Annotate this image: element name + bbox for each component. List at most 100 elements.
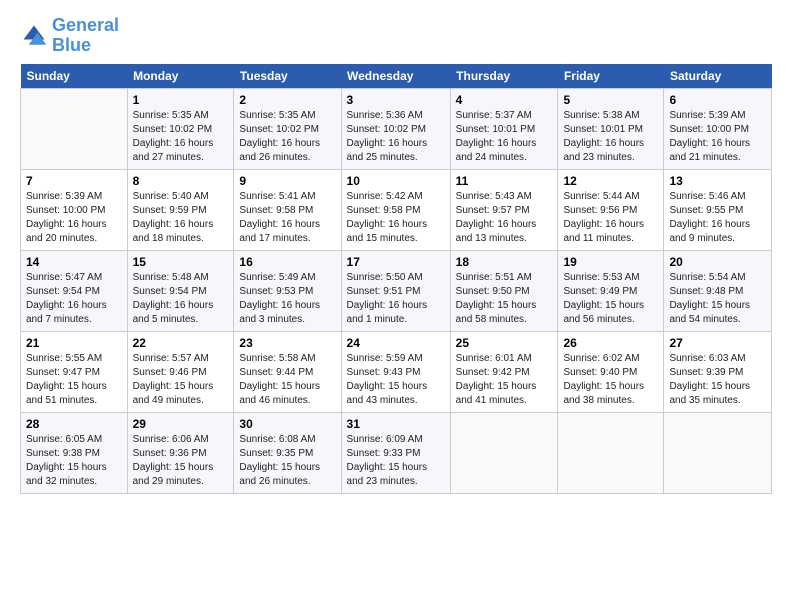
calendar-cell — [21, 88, 128, 169]
day-number: 19 — [563, 255, 658, 269]
header: General Blue — [20, 16, 772, 56]
header-cell-friday: Friday — [558, 64, 664, 89]
calendar-table: SundayMondayTuesdayWednesdayThursdayFrid… — [20, 64, 772, 494]
day-number: 5 — [563, 93, 658, 107]
calendar-cell: 3 Sunrise: 5:36 AM Sunset: 10:02 PM Dayli… — [341, 88, 450, 169]
calendar-cell: 30 Sunrise: 6:08 AM Sunset: 9:35 PM Dayli… — [234, 412, 341, 493]
calendar-cell: 24 Sunrise: 5:59 AM Sunset: 9:43 PM Dayli… — [341, 331, 450, 412]
day-info: Sunrise: 5:49 AM Sunset: 9:53 PM Dayligh… — [239, 271, 335, 327]
day-info: Sunrise: 5:37 AM Sunset: 10:01 PM Daylig… — [456, 109, 553, 165]
day-info: Sunrise: 6:02 AM Sunset: 9:40 PM Dayligh… — [563, 352, 658, 408]
calendar-cell: 26 Sunrise: 6:02 AM Sunset: 9:40 PM Dayli… — [558, 331, 664, 412]
day-number: 13 — [669, 174, 766, 188]
day-info: Sunrise: 5:59 AM Sunset: 9:43 PM Dayligh… — [347, 352, 445, 408]
day-number: 12 — [563, 174, 658, 188]
header-cell-thursday: Thursday — [450, 64, 558, 89]
page: General Blue SundayMondayTuesdayWednesda… — [0, 0, 792, 504]
day-number: 14 — [26, 255, 122, 269]
day-number: 24 — [347, 336, 445, 350]
day-number: 2 — [239, 93, 335, 107]
day-info: Sunrise: 5:42 AM Sunset: 9:58 PM Dayligh… — [347, 190, 445, 246]
day-info: Sunrise: 5:43 AM Sunset: 9:57 PM Dayligh… — [456, 190, 553, 246]
day-number: 22 — [133, 336, 229, 350]
day-info: Sunrise: 5:40 AM Sunset: 9:59 PM Dayligh… — [133, 190, 229, 246]
day-info: Sunrise: 5:36 AM Sunset: 10:02 PM Daylig… — [347, 109, 445, 165]
header-cell-tuesday: Tuesday — [234, 64, 341, 89]
week-row-3: 14 Sunrise: 5:47 AM Sunset: 9:54 PM Dayli… — [21, 250, 772, 331]
day-info: Sunrise: 5:35 AM Sunset: 10:02 PM Daylig… — [239, 109, 335, 165]
day-info: Sunrise: 6:08 AM Sunset: 9:35 PM Dayligh… — [239, 433, 335, 489]
day-info: Sunrise: 6:09 AM Sunset: 9:33 PM Dayligh… — [347, 433, 445, 489]
calendar-cell: 1 Sunrise: 5:35 AM Sunset: 10:02 PM Dayli… — [127, 88, 234, 169]
day-info: Sunrise: 6:06 AM Sunset: 9:36 PM Dayligh… — [133, 433, 229, 489]
calendar-cell: 17 Sunrise: 5:50 AM Sunset: 9:51 PM Dayli… — [341, 250, 450, 331]
week-row-5: 28 Sunrise: 6:05 AM Sunset: 9:38 PM Dayli… — [21, 412, 772, 493]
calendar-cell: 13Sunrise: 5:46 AM Sunset: 9:55 PM Dayli… — [664, 169, 772, 250]
day-number: 20 — [669, 255, 766, 269]
day-number: 30 — [239, 417, 335, 431]
calendar-cell: 25 Sunrise: 6:01 AM Sunset: 9:42 PM Dayli… — [450, 331, 558, 412]
calendar-cell: 28 Sunrise: 6:05 AM Sunset: 9:38 PM Dayli… — [21, 412, 128, 493]
day-info: Sunrise: 5:41 AM Sunset: 9:58 PM Dayligh… — [239, 190, 335, 246]
day-number: 31 — [347, 417, 445, 431]
header-cell-monday: Monday — [127, 64, 234, 89]
calendar-cell: 31 Sunrise: 6:09 AM Sunset: 9:33 PM Dayli… — [341, 412, 450, 493]
calendar-cell: 15Sunrise: 5:48 AM Sunset: 9:54 PM Dayli… — [127, 250, 234, 331]
calendar-cell: 2 Sunrise: 5:35 AM Sunset: 10:02 PM Dayli… — [234, 88, 341, 169]
day-info: Sunrise: 5:47 AM Sunset: 9:54 PM Dayligh… — [26, 271, 122, 327]
day-info: Sunrise: 5:53 AM Sunset: 9:49 PM Dayligh… — [563, 271, 658, 327]
day-number: 18 — [456, 255, 553, 269]
day-info: Sunrise: 5:50 AM Sunset: 9:51 PM Dayligh… — [347, 271, 445, 327]
day-info: Sunrise: 5:35 AM Sunset: 10:02 PM Daylig… — [133, 109, 229, 165]
day-number: 27 — [669, 336, 766, 350]
day-info: Sunrise: 5:58 AM Sunset: 9:44 PM Dayligh… — [239, 352, 335, 408]
calendar-cell: 8Sunrise: 5:40 AM Sunset: 9:59 PM Daylig… — [127, 169, 234, 250]
day-number: 10 — [347, 174, 445, 188]
day-info: Sunrise: 5:51 AM Sunset: 9:50 PM Dayligh… — [456, 271, 553, 327]
day-number: 3 — [347, 93, 445, 107]
day-info: Sunrise: 5:38 AM Sunset: 10:01 PM Daylig… — [563, 109, 658, 165]
calendar-cell: 6 Sunrise: 5:39 AM Sunset: 10:00 PM Dayli… — [664, 88, 772, 169]
day-info: Sunrise: 5:57 AM Sunset: 9:46 PM Dayligh… — [133, 352, 229, 408]
day-number: 25 — [456, 336, 553, 350]
calendar-cell: 9 Sunrise: 5:41 AM Sunset: 9:58 PM Daylig… — [234, 169, 341, 250]
calendar-cell: 12 Sunrise: 5:44 AM Sunset: 9:56 PM Dayli… — [558, 169, 664, 250]
day-number: 6 — [669, 93, 766, 107]
week-row-1: 1 Sunrise: 5:35 AM Sunset: 10:02 PM Dayli… — [21, 88, 772, 169]
day-info: Sunrise: 5:44 AM Sunset: 9:56 PM Dayligh… — [563, 190, 658, 246]
header-cell-saturday: Saturday — [664, 64, 772, 89]
day-info: Sunrise: 5:39 AM Sunset: 10:00 PM Daylig… — [669, 109, 766, 165]
day-info: Sunrise: 5:55 AM Sunset: 9:47 PM Dayligh… — [26, 352, 122, 408]
logo-icon — [20, 22, 48, 50]
day-info: Sunrise: 5:48 AM Sunset: 9:54 PM Dayligh… — [133, 271, 229, 327]
header-cell-wednesday: Wednesday — [341, 64, 450, 89]
day-number: 26 — [563, 336, 658, 350]
day-number: 28 — [26, 417, 122, 431]
day-number: 1 — [133, 93, 229, 107]
day-number: 16 — [239, 255, 335, 269]
day-number: 29 — [133, 417, 229, 431]
day-number: 23 — [239, 336, 335, 350]
day-number: 9 — [239, 174, 335, 188]
calendar-cell: 27 Sunrise: 6:03 AM Sunset: 9:39 PM Dayli… — [664, 331, 772, 412]
day-number: 21 — [26, 336, 122, 350]
calendar-cell: 23 Sunrise: 5:58 AM Sunset: 9:44 PM Dayli… — [234, 331, 341, 412]
calendar-cell: 4Sunrise: 5:37 AM Sunset: 10:01 PM Dayli… — [450, 88, 558, 169]
day-info: Sunrise: 6:05 AM Sunset: 9:38 PM Dayligh… — [26, 433, 122, 489]
day-number: 17 — [347, 255, 445, 269]
header-cell-sunday: Sunday — [21, 64, 128, 89]
calendar-cell: 20 Sunrise: 5:54 AM Sunset: 9:48 PM Dayli… — [664, 250, 772, 331]
day-info: Sunrise: 5:54 AM Sunset: 9:48 PM Dayligh… — [669, 271, 766, 327]
calendar-cell — [664, 412, 772, 493]
day-info: Sunrise: 6:01 AM Sunset: 9:42 PM Dayligh… — [456, 352, 553, 408]
calendar-cell: 19 Sunrise: 5:53 AM Sunset: 9:49 PM Dayli… — [558, 250, 664, 331]
day-number: 11 — [456, 174, 553, 188]
calendar-cell — [450, 412, 558, 493]
day-number: 7 — [26, 174, 122, 188]
day-info: Sunrise: 6:03 AM Sunset: 9:39 PM Dayligh… — [669, 352, 766, 408]
calendar-cell: 7Sunrise: 5:39 AM Sunset: 10:00 PM Dayli… — [21, 169, 128, 250]
calendar-cell: 18 Sunrise: 5:51 AM Sunset: 9:50 PM Dayli… — [450, 250, 558, 331]
calendar-cell: 14 Sunrise: 5:47 AM Sunset: 9:54 PM Dayli… — [21, 250, 128, 331]
calendar-cell — [558, 412, 664, 493]
logo: General Blue — [20, 16, 119, 56]
